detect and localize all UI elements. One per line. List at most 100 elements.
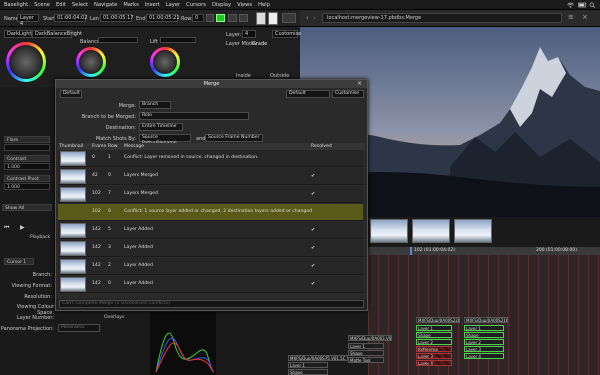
- branch-dropdown[interactable]: Rolo: [139, 112, 249, 120]
- table-row[interactable]: 142 5 Layer Added ✔: [58, 222, 363, 239]
- complete-merge-button[interactable]: Can't Complete Merge (2 Unresolved Confl…: [59, 300, 364, 308]
- len-field[interactable]: 01:00:05:17: [100, 14, 134, 22]
- back-icon[interactable]: ‹: [306, 14, 309, 22]
- row-step-button[interactable]: [206, 14, 214, 22]
- clip-layer[interactable]: Matte Tool: [348, 357, 384, 363]
- end-field[interactable]: 01:00:05:21: [146, 14, 180, 22]
- preset-left-field[interactable]: Default: [60, 90, 82, 98]
- match-secondary-dropdown[interactable]: Source Frame Number: [205, 134, 263, 142]
- address-bar[interactable]: localhost:mergeview-17.pbdbs:Merge: [322, 13, 562, 23]
- lift-field[interactable]: [160, 37, 196, 43]
- table-row[interactable]: 102 7 Layers Merged ✔: [58, 186, 363, 203]
- clip-title[interactable]: MXFS/Dup/0A00S75.V01.5C: [288, 355, 348, 361]
- clip-layer[interactable]: Reference: [416, 346, 452, 352]
- col-frame[interactable]: Frame: [92, 144, 106, 149]
- clip-layer[interactable]: Layer 1: [464, 325, 504, 331]
- menu-help[interactable]: Help: [258, 2, 270, 8]
- strip-thumb-2[interactable]: [412, 219, 450, 243]
- menu-icon[interactable]: ≡: [568, 13, 574, 21]
- cursor-selector[interactable]: Cursor 1: [4, 258, 34, 265]
- battery-icon[interactable]: [578, 2, 586, 8]
- menu-select[interactable]: Select: [72, 2, 88, 8]
- table-row[interactable]: 142 3 Layer Added ✔: [58, 240, 363, 257]
- clip-layer[interactable]: Layer 3: [416, 353, 452, 359]
- table-row-selected[interactable]: 102 0 Conflict: 1 source layer added or …: [58, 204, 363, 221]
- customise-button[interactable]: Customise: [332, 90, 364, 98]
- clip-layer[interactable]: Layer 2: [416, 339, 452, 345]
- overlays-toggle[interactable]: Overlays: [104, 315, 124, 320]
- table-row[interactable]: 0 1 Conflict: Layer removed in source, c…: [58, 150, 363, 167]
- col-row[interactable]: Row: [108, 144, 118, 149]
- panorama-dropdown[interactable]: Panorama: [58, 324, 100, 332]
- timeline[interactable]: 102 (01:00:04:02) 200 (01:00:08:00) MXFS…: [348, 217, 600, 375]
- customise-button[interactable]: Customise: [272, 30, 301, 38]
- balance-field[interactable]: [98, 37, 138, 43]
- menu-marks[interactable]: Marks: [123, 2, 139, 8]
- clip-title[interactable]: MXFS/Dup/0A003.V01.SC0B1.758447: [348, 335, 392, 341]
- clip-layer[interactable]: Layer 1: [416, 325, 452, 331]
- clip-layer[interactable]: Layer 3: [464, 346, 504, 352]
- preset-right-field[interactable]: Default: [286, 90, 330, 98]
- flare-field[interactable]: [4, 144, 50, 151]
- colour-wheel-lift[interactable]: [6, 42, 46, 82]
- menu-display[interactable]: Display: [212, 2, 231, 8]
- waveform-scope[interactable]: [150, 312, 216, 375]
- col-message[interactable]: Message: [124, 144, 144, 149]
- avatar-user-2[interactable]: [268, 12, 278, 25]
- colour-wheel-gain[interactable]: [150, 47, 180, 77]
- preset-left[interactable]: DarkLight: [4, 30, 32, 38]
- start-field[interactable]: 01:00:04:02: [54, 14, 88, 22]
- contrast-field[interactable]: 1.000: [4, 163, 50, 170]
- menu-layer[interactable]: Layer: [166, 2, 180, 8]
- clip-layer[interactable]: Layer 4: [416, 360, 452, 366]
- table-row[interactable]: 42 0 Layers Merged ✔: [58, 168, 363, 185]
- wifi-icon[interactable]: [567, 2, 574, 8]
- clip-layer[interactable]: Shape: [348, 350, 384, 356]
- play-icon[interactable]: ▶: [20, 224, 25, 231]
- merge-dropdown[interactable]: Branch: [139, 101, 171, 109]
- clip-title[interactable]: MXFS/Dup/0A00S216.V01.5C: [464, 317, 508, 323]
- preset-balance[interactable]: DarkBalanceBright: [32, 30, 82, 38]
- menu-insert[interactable]: Insert: [145, 2, 160, 8]
- layer-mode-value[interactable]: Grade: [252, 41, 267, 47]
- show-all-dropdown[interactable]: Show All: [2, 204, 52, 211]
- clip-layer[interactable]: Layer 2: [464, 339, 504, 345]
- colour-wheel-gamma[interactable]: [76, 47, 106, 77]
- search-icon[interactable]: [589, 1, 596, 8]
- name-field[interactable]: Layer 4: [17, 14, 39, 27]
- forward-icon[interactable]: ›: [313, 14, 316, 22]
- grid-toggle-button[interactable]: [239, 14, 248, 22]
- clip-layer[interactable]: Layer 4: [464, 353, 504, 359]
- destination-dropdown[interactable]: Entire Timeline: [139, 123, 183, 131]
- view-toggle-button[interactable]: [228, 14, 237, 22]
- status-indicator[interactable]: [216, 14, 225, 22]
- close-icon[interactable]: ×: [357, 80, 362, 87]
- strip-thumb-1[interactable]: [370, 219, 408, 243]
- menu-scene[interactable]: Scene: [34, 2, 50, 8]
- panel-options-button[interactable]: [282, 13, 296, 23]
- row-field[interactable]: 0: [192, 14, 204, 22]
- timeline-ruler[interactable]: 102 (01:00:04:02) 200 (01:00:08:00): [368, 247, 600, 255]
- layer-field[interactable]: 4: [242, 30, 256, 38]
- table-row[interactable]: 142 0 Layer Added ✔: [58, 276, 363, 293]
- table-row[interactable]: 142 2 Layer Added ✔: [58, 258, 363, 275]
- avatar-user-1[interactable]: [256, 12, 266, 25]
- clip-layer[interactable]: Shape: [464, 332, 504, 338]
- contrast-pivot-field[interactable]: 1.000: [4, 183, 50, 190]
- menu-edit[interactable]: Edit: [56, 2, 66, 8]
- prev-icon[interactable]: ⏮: [4, 224, 9, 232]
- col-resolved[interactable]: Resolved: [311, 144, 332, 149]
- menu-cursors[interactable]: Cursors: [186, 2, 206, 8]
- strip-thumb-3[interactable]: [454, 219, 492, 243]
- clip-layer[interactable]: Shape: [416, 332, 452, 338]
- clip-layer[interactable]: Shape: [288, 369, 328, 375]
- menu-baselight[interactable]: Baselight: [4, 2, 28, 8]
- clip-layer[interactable]: Layer 1: [348, 343, 384, 349]
- clip-layer[interactable]: Layer 1: [288, 362, 328, 368]
- menu-views[interactable]: Views: [237, 2, 252, 8]
- menu-navigate[interactable]: Navigate: [94, 2, 117, 8]
- dialog-title[interactable]: Merge: [56, 80, 367, 88]
- col-thumbnail[interactable]: Thumbnail: [59, 144, 83, 149]
- match-primary-dropdown[interactable]: Source Path+Filename: [139, 134, 191, 146]
- clip-title[interactable]: MXFS/Dup/0A00S228.V01.5C: [416, 317, 460, 323]
